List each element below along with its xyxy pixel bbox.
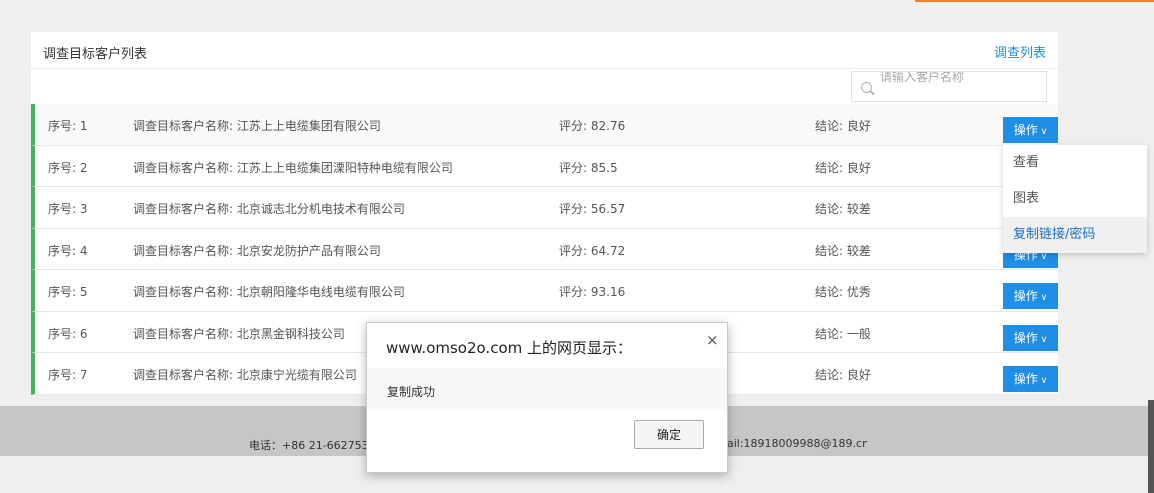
action-button[interactable]: 操作 ∨ xyxy=(1003,324,1058,351)
dialog-body: 复制成功 xyxy=(367,368,727,410)
action-dropdown-menu: 查看 图表 复制链接/密码 xyxy=(1003,145,1147,253)
table-row: 序号: 5 调查目标客户名称: 北京朝阳隆华电线电缆有限公司 评分: 93.16… xyxy=(31,270,1058,312)
row-conclusion: 结论: 良好 xyxy=(815,160,871,175)
row-customer-name: 调查目标客户名称: 北京安龙防护产品有限公司 xyxy=(133,243,381,258)
row-customer-name: 调查目标客户名称: 北京黑金钢科技公司 xyxy=(133,326,345,341)
menu-item-view[interactable]: 查看 xyxy=(1003,145,1147,181)
table-row: 序号: 4 调查目标客户名称: 北京安龙防护产品有限公司 评分: 64.72 结… xyxy=(31,228,1058,270)
row-score: 评分: 64.72 xyxy=(559,243,626,258)
row-customer-name: 调查目标客户名称: 北京康宁光缆有限公司 xyxy=(133,368,357,382)
panel-title: 调查目标客户列表 xyxy=(43,47,148,62)
action-button-label: 操作 xyxy=(1013,289,1038,303)
row-conclusion: 结论: 一般 xyxy=(815,326,871,341)
menu-item-chart[interactable]: 图表 xyxy=(1003,181,1147,217)
chevron-down-icon: ∨ xyxy=(1040,376,1048,386)
menu-item-copy-link-password[interactable]: 复制链接/密码 xyxy=(1003,217,1147,253)
action-button[interactable]: 操作 ∨ xyxy=(1003,366,1058,392)
ok-button[interactable]: 确定 xyxy=(634,420,704,449)
row-seq: 序号: 6 xyxy=(48,326,88,341)
row-score: 评分: 82.76 xyxy=(559,119,626,133)
close-icon[interactable]: × xyxy=(706,331,719,349)
row-seq: 序号: 7 xyxy=(48,368,88,382)
row-customer-name: 调查目标客户名称: 北京诚志北分机电技术有限公司 xyxy=(133,202,405,216)
action-button[interactable]: 操作 ∨ xyxy=(1003,117,1058,143)
search-icon xyxy=(861,82,872,93)
top-accent-bar xyxy=(915,0,1154,2)
dialog-title: www.omso2o.com 上的网页显示： xyxy=(386,339,633,357)
search-box[interactable] xyxy=(851,71,1047,102)
chevron-down-icon: ∨ xyxy=(1040,127,1048,137)
row-score: 评分: 85.5 xyxy=(559,160,618,175)
row-conclusion: 结论: 良好 xyxy=(815,368,871,382)
table-row: 序号: 1 调查目标客户名称: 江苏上上电缆集团有限公司 评分: 82.76 结… xyxy=(31,104,1058,146)
alert-dialog: www.omso2o.com 上的网页显示： × 复制成功 确定 xyxy=(366,322,728,473)
chevron-down-icon: ∨ xyxy=(1040,293,1048,303)
row-conclusion: 结论: 优秀 xyxy=(815,285,871,299)
search-input[interactable] xyxy=(880,72,1040,89)
action-button-label: 操作 xyxy=(1013,330,1038,345)
search-row xyxy=(31,69,1058,105)
row-seq: 序号: 3 xyxy=(48,202,88,216)
survey-list-link[interactable]: 调查列表 xyxy=(994,42,1046,61)
row-score: 评分: 56.57 xyxy=(559,202,626,216)
action-button[interactable]: 操作 ∨ xyxy=(1003,283,1058,309)
table-row: 序号: 2 调查目标客户名称: 江苏上上电缆集团溧阳特种电缆有限公司 评分: 8… xyxy=(31,145,1058,187)
row-customer-name: 调查目标客户名称: 江苏上上电缆集团有限公司 xyxy=(133,119,381,133)
table-row: 序号: 3 调查目标客户名称: 北京诚志北分机电技术有限公司 评分: 56.57… xyxy=(31,187,1058,229)
row-customer-name: 调查目标客户名称: 江苏上上电缆集团溧阳特种电缆有限公司 xyxy=(133,160,453,175)
dialog-message: 复制成功 xyxy=(387,385,436,399)
chevron-down-icon: ∨ xyxy=(1040,334,1048,345)
row-conclusion: 结论: 较差 xyxy=(815,202,871,216)
row-conclusion: 结论: 较差 xyxy=(815,243,871,258)
row-conclusion: 结论: 良好 xyxy=(815,119,871,133)
row-score: 评分: 93.16 xyxy=(559,285,626,299)
scrollbar-edge xyxy=(1148,400,1154,493)
row-seq: 序号: 5 xyxy=(48,285,88,299)
chevron-down-icon: ∨ xyxy=(1040,251,1048,262)
footer-phone: 电话：+86 21-66275333 xyxy=(249,439,367,452)
row-customer-name: 调查目标客户名称: 北京朝阳隆华电线电缆有限公司 xyxy=(133,285,405,299)
action-button-label: 操作 xyxy=(1013,372,1038,386)
row-seq: 序号: 1 xyxy=(48,119,88,133)
action-button-label: 操作 xyxy=(1013,123,1038,137)
row-seq: 序号: 4 xyxy=(48,243,88,258)
footer-email: ail:18918009988@189.cn xyxy=(727,437,867,450)
panel-header: 调查目标客户列表 调查列表 xyxy=(31,32,1058,69)
row-seq: 序号: 2 xyxy=(48,160,88,175)
